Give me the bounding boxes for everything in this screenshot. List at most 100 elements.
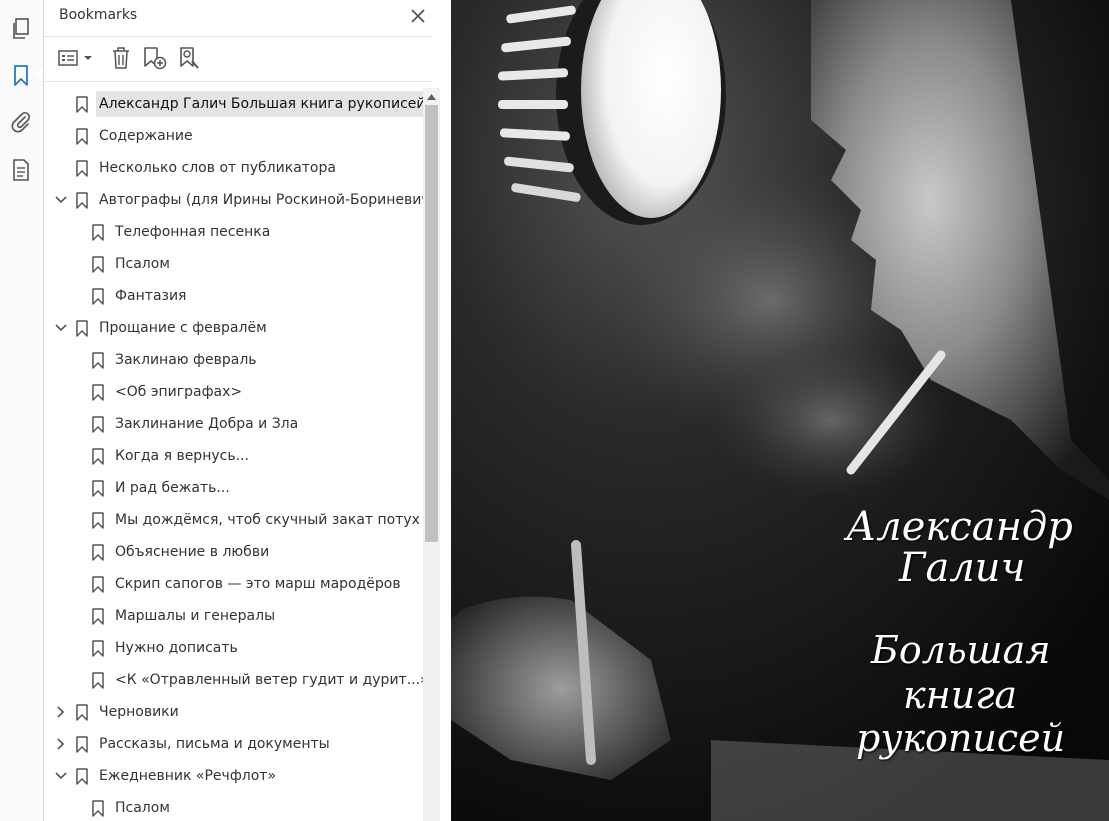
bookmark-item[interactable]: Черновики	[44, 697, 424, 727]
bookmark-label[interactable]: Заклинаю февраль	[112, 347, 260, 373]
bookmark-label[interactable]: Автографы (для Ирины Роскиной-Бориневич)	[96, 187, 424, 213]
chevron-down-icon[interactable]	[54, 769, 68, 783]
bookmark-label[interactable]: Заклинание Добра и Зла	[112, 411, 301, 437]
bookmark-item[interactable]: Маршалы и генералы	[44, 601, 424, 631]
bookmark-item[interactable]: <Об эпиграфах>	[44, 377, 424, 407]
vertical-scrollbar[interactable]	[423, 88, 440, 821]
bookmark-item[interactable]: Несколько слов от публикатора	[44, 153, 424, 183]
bookmark-item[interactable]: Объяснение в любви	[44, 537, 424, 567]
options-menu-button[interactable]	[58, 45, 96, 71]
bookmark-icon	[91, 671, 105, 689]
document-icon[interactable]	[8, 157, 34, 183]
bookmark-item[interactable]: Псалом	[44, 793, 424, 821]
bookmark-label[interactable]: Псалом	[112, 251, 173, 277]
bookmark-icon	[91, 447, 105, 465]
bookmark-icon	[91, 543, 105, 561]
bookmark-icon	[91, 575, 105, 593]
panel-header: Bookmarks	[44, 0, 432, 37]
bookmark-label[interactable]: Мы дождёмся, чтоб скучный закат потух	[112, 507, 423, 533]
bookmark-label[interactable]: Фантазия	[112, 283, 189, 309]
bookmark-icon	[75, 703, 89, 721]
chevron-right-icon[interactable]	[54, 705, 68, 719]
bookmark-icon	[91, 479, 105, 497]
cover-title-line3: рукописей	[856, 716, 1066, 760]
bookmark-icon	[75, 735, 89, 753]
bookmark-label[interactable]: Объяснение в любви	[112, 539, 272, 565]
bookmark-icon	[91, 799, 105, 817]
left-rail	[0, 0, 44, 821]
rail-pointer	[35, 66, 43, 82]
cover-title-line2: книга	[903, 673, 1018, 717]
bookmark-item[interactable]: Содержание	[44, 121, 424, 151]
bookmark-icon	[91, 511, 105, 529]
bookmark-label[interactable]: Нужно дописать	[112, 635, 241, 661]
bookmark-label[interactable]: Содержание	[96, 123, 196, 149]
bookmark-item[interactable]: Когда я вернусь...	[44, 441, 424, 471]
bookmark-label[interactable]: И рад бежать...	[112, 475, 233, 501]
bookmark-item[interactable]: Прощание с февралём	[44, 313, 424, 343]
bookmark-label[interactable]: Скрип сапогов — это марш мародёров	[112, 571, 404, 597]
bookmark-item[interactable]: Александр Галич Большая книга рукописей	[44, 89, 424, 119]
bookmark-item[interactable]: Нужно дописать	[44, 633, 424, 663]
bookmarks-toolbar	[44, 37, 432, 82]
pages-icon[interactable]	[8, 16, 34, 42]
add-bookmark-icon[interactable]	[142, 45, 168, 71]
bookmark-item[interactable]: Ежедневник «Речфлот»	[44, 761, 424, 791]
delete-icon[interactable]	[110, 45, 132, 71]
bookmark-icon	[75, 767, 89, 785]
bookmark-label[interactable]: Черновики	[96, 699, 182, 725]
bookmark-icon	[91, 639, 105, 657]
bookmark-label[interactable]: Телефонная песенка	[112, 219, 273, 245]
bookmark-icon	[91, 223, 105, 241]
bookmark-label[interactable]: Когда я вернусь...	[112, 443, 252, 469]
scrollbar-thumb[interactable]	[425, 105, 438, 542]
bookmark-icon[interactable]	[8, 63, 34, 89]
chevron-down-icon[interactable]	[54, 321, 68, 335]
bookmark-item[interactable]: Мы дождёмся, чтоб скучный закат потух	[44, 505, 424, 535]
bookmark-item[interactable]: Телефонная песенка	[44, 217, 424, 247]
chevron-right-icon[interactable]	[54, 737, 68, 751]
find-bookmark-icon[interactable]	[178, 45, 202, 71]
bookmark-icon	[91, 287, 105, 305]
bookmark-label[interactable]: Рассказы, письма и документы	[96, 731, 333, 757]
bookmark-item[interactable]: Заклинание Добра и Зла	[44, 409, 424, 439]
bookmark-label[interactable]: Прощание с февралём	[96, 315, 270, 341]
panel-title: Bookmarks	[59, 7, 138, 23]
bookmark-icon	[75, 319, 89, 337]
bookmark-label[interactable]: <К «Отравленный ветер гудит и дурит...»>	[112, 667, 424, 693]
bookmark-icon	[91, 415, 105, 433]
bookmark-item[interactable]: Скрип сапогов — это марш мародёров	[44, 569, 424, 599]
bookmark-item[interactable]: Автографы (для Ирины Роскиной-Бориневич)	[44, 185, 424, 215]
bookmark-label[interactable]: Маршалы и генералы	[112, 603, 278, 629]
cover-author-first: Александр	[846, 504, 1073, 550]
scroll-up-icon[interactable]	[423, 88, 440, 105]
options-icon	[58, 50, 92, 66]
cover-author-last: Галич	[899, 545, 1026, 591]
bookmark-label[interactable]: Псалом	[112, 795, 173, 821]
bookmark-label[interactable]: Александр Галич Большая книга рукописей	[96, 91, 424, 117]
bookmark-label[interactable]: Ежедневник «Речфлот»	[96, 763, 279, 789]
bookmark-icon	[91, 255, 105, 273]
panel-splitter[interactable]	[444, 0, 451, 821]
attachment-icon[interactable]	[8, 109, 34, 135]
bookmark-icon	[75, 191, 89, 209]
bookmark-icon	[91, 351, 105, 369]
bookmarks-panel: Bookmarks Александр Галич Большая книга …	[44, 0, 444, 821]
cover-title-line1: Большая	[871, 628, 1051, 672]
bookmark-item[interactable]: Псалом	[44, 249, 424, 279]
bookmark-item[interactable]: <К «Отравленный ветер гудит и дурит...»>	[44, 665, 424, 695]
bookmark-icon	[75, 95, 89, 113]
bookmark-item[interactable]: Рассказы, письма и документы	[44, 729, 424, 759]
bookmark-icon	[91, 383, 105, 401]
bookmark-item[interactable]: И рад бежать...	[44, 473, 424, 503]
bookmark-icon	[91, 607, 105, 625]
bookmark-label[interactable]: Несколько слов от публикатора	[96, 155, 339, 181]
bookmark-tree: Александр Галич Большая книга рукописей С…	[44, 87, 424, 821]
chevron-down-icon[interactable]	[54, 193, 68, 207]
bookmark-item[interactable]: Фантазия	[44, 281, 424, 311]
close-icon[interactable]	[406, 4, 430, 28]
bookmark-icon	[75, 159, 89, 177]
bookmark-item[interactable]: Заклинаю февраль	[44, 345, 424, 375]
bookmark-icon	[75, 127, 89, 145]
bookmark-label[interactable]: <Об эпиграфах>	[112, 379, 245, 405]
